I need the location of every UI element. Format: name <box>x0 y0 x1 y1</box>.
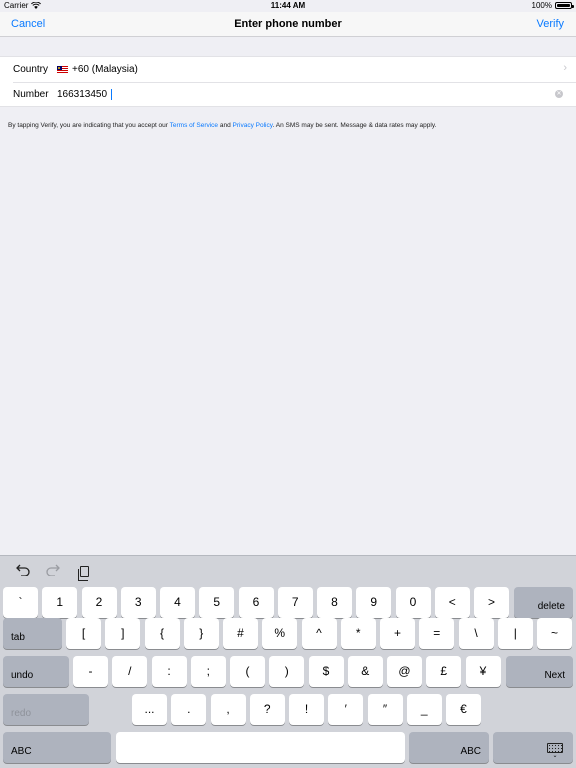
phone-form: Country +60 (Malaysia) › Number 16631345… <box>0 56 576 107</box>
country-row[interactable]: Country +60 (Malaysia) › <box>0 57 576 82</box>
key[interactable]: = <box>419 618 455 649</box>
key[interactable]: € <box>446 694 481 725</box>
clear-icon[interactable]: ✕ <box>555 90 563 98</box>
key[interactable]: * <box>340 618 376 649</box>
keyboard-shortcut-bar <box>0 556 576 586</box>
key[interactable]: % <box>262 618 298 649</box>
abc-key-right[interactable]: ABC <box>409 732 489 763</box>
key[interactable]: , <box>210 694 246 725</box>
tab-key-label: tab <box>11 632 25 643</box>
privacy-policy-link[interactable]: Privacy Policy <box>233 122 273 129</box>
keyboard-dismiss-icon: ⌄ <box>547 743 563 759</box>
key[interactable]: @ <box>387 656 422 687</box>
key[interactable]: . <box>171 694 207 725</box>
malaysia-flag-icon <box>57 66 68 73</box>
key[interactable]: ¥ <box>465 656 501 687</box>
abc-key-right-label: ABC <box>460 746 481 757</box>
undo-icon[interactable] <box>16 564 30 576</box>
key[interactable]: } <box>183 618 219 649</box>
key[interactable]: ^ <box>301 618 337 649</box>
key[interactable]: ( <box>230 656 265 687</box>
key[interactable]: 5 <box>199 587 235 618</box>
key[interactable]: \ <box>458 618 494 649</box>
key[interactable]: ) <box>269 656 305 687</box>
key[interactable]: 9 <box>356 587 392 618</box>
key[interactable]: 8 <box>317 587 352 618</box>
key[interactable]: / <box>112 656 148 687</box>
redo-key[interactable]: redo <box>3 694 89 725</box>
key[interactable]: # <box>223 618 258 649</box>
key[interactable]: ... <box>132 694 167 725</box>
key[interactable]: ′ <box>328 694 364 725</box>
key[interactable]: ` <box>3 587 38 618</box>
key[interactable]: [ <box>66 618 101 649</box>
hide-keyboard-key[interactable]: ⌄ <box>493 732 573 763</box>
key[interactable]: ″ <box>367 694 403 725</box>
status-right: 100% <box>531 1 574 10</box>
country-label: Country <box>13 64 49 75</box>
space-key[interactable] <box>116 732 405 763</box>
key[interactable]: 3 <box>120 587 156 618</box>
tab-key[interactable]: tab <box>3 618 62 649</box>
key[interactable]: 0 <box>395 587 431 618</box>
abc-key-left-label: ABC <box>11 746 32 757</box>
terms-and: and <box>218 122 233 129</box>
next-key-label: Next <box>544 670 565 681</box>
terms-suffix: . An SMS may be sent. Message & data rat… <box>272 122 437 129</box>
page-title: Enter phone number <box>234 18 342 30</box>
key[interactable]: 1 <box>42 587 78 618</box>
number-label: Number <box>13 89 49 100</box>
next-key[interactable]: Next <box>506 656 573 687</box>
key[interactable]: 7 <box>277 587 313 618</box>
key[interactable]: { <box>144 618 180 649</box>
key[interactable]: : <box>151 656 187 687</box>
key[interactable]: - <box>73 656 108 687</box>
key[interactable]: 6 <box>238 587 274 618</box>
redo-icon[interactable] <box>46 564 60 576</box>
nav-bar: Cancel Enter phone number Verify <box>0 12 576 37</box>
key[interactable]: ~ <box>537 618 572 649</box>
delete-key[interactable]: delete <box>514 587 573 618</box>
status-time: 11:44 AM <box>270 1 306 10</box>
key[interactable]: & <box>347 656 383 687</box>
key[interactable]: > <box>474 587 509 618</box>
verify-button[interactable]: Verify <box>536 18 564 30</box>
delete-key-label: delete <box>537 601 565 612</box>
battery-icon <box>555 2 574 9</box>
key[interactable]: | <box>497 618 533 649</box>
status-bar: Carrier 11:44 AM 100% <box>0 0 576 12</box>
redo-key-label: redo <box>11 708 32 719</box>
text-cursor <box>111 89 113 100</box>
battery-percent: 100% <box>531 1 552 10</box>
key[interactable]: 4 <box>160 587 195 618</box>
key[interactable]: ; <box>190 656 226 687</box>
key[interactable]: ! <box>289 694 324 725</box>
country-value: +60 (Malaysia) <box>57 64 138 75</box>
key[interactable]: $ <box>308 656 344 687</box>
key[interactable]: ? <box>249 694 285 725</box>
number-row: Number 166313450 ✕ <box>0 82 576 107</box>
key[interactable]: _ <box>406 694 442 725</box>
key[interactable]: < <box>434 587 470 618</box>
phone-number-input[interactable]: 166313450 <box>57 89 113 100</box>
undo-key-label: undo <box>11 670 34 681</box>
key[interactable]: ] <box>105 618 141 649</box>
terms-notice: By tapping Verify, you are indicating th… <box>8 122 568 129</box>
key[interactable]: £ <box>426 656 462 687</box>
terms-of-service-link[interactable]: Terms of Service <box>170 122 218 129</box>
keyboard: ` 1 2 3 4 5 6 7 8 9 0 < > delete tab []{} #% ^ * + = \ | ~ undo -… <box>0 555 576 768</box>
key[interactable]: 2 <box>81 587 117 618</box>
paste-icon[interactable] <box>78 566 89 581</box>
terms-prefix: By tapping Verify, you are indicating th… <box>8 122 170 129</box>
key[interactable]: + <box>380 618 415 649</box>
phone-number-text: 166313450 <box>57 89 108 100</box>
country-code-text: +60 (Malaysia) <box>72 64 138 75</box>
abc-key-left[interactable]: ABC <box>3 732 111 763</box>
chevron-right-icon: › <box>563 62 567 74</box>
undo-key[interactable]: undo <box>3 656 69 687</box>
